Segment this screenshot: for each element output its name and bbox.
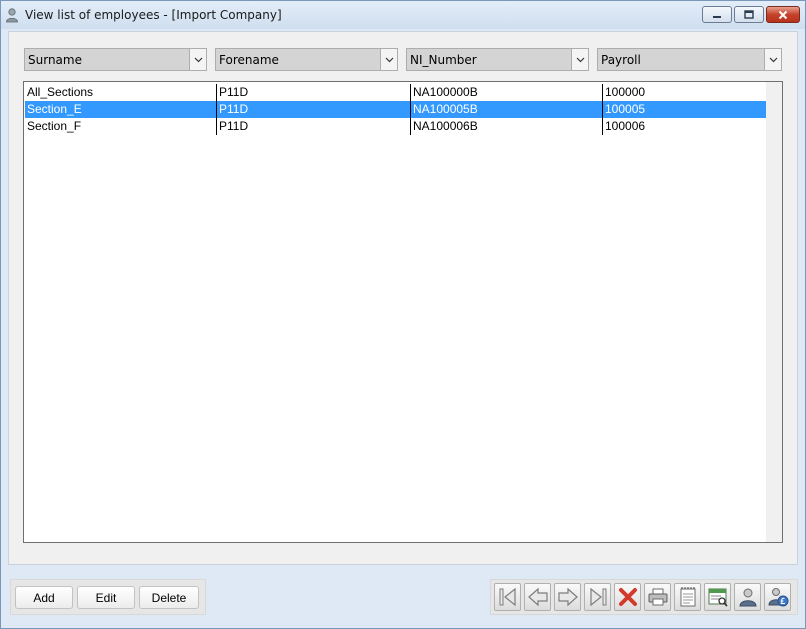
delete-button[interactable]: Delete: [139, 586, 199, 609]
report-preview-button[interactable]: [704, 583, 731, 611]
chevron-down-icon[interactable]: [380, 49, 397, 70]
previous-record-icon: [527, 587, 548, 607]
chevron-down-icon[interactable]: [571, 49, 588, 70]
chevron-down-icon[interactable]: [189, 49, 206, 70]
employee-list-window: View list of employees - [Import Company…: [0, 0, 806, 629]
cell-ni-number: NA100006B: [410, 118, 602, 135]
app-person-icon: [5, 7, 19, 23]
maximize-icon: [744, 10, 754, 19]
cell-surname: All_Sections: [27, 85, 94, 99]
column-label-surname: Surname: [28, 53, 82, 67]
column-header-ni-number[interactable]: NI_Number: [406, 48, 589, 71]
notes-icon: [680, 587, 695, 607]
print-button[interactable]: [644, 583, 671, 611]
column-label-payroll: Payroll: [601, 53, 641, 67]
first-record-icon: [499, 587, 516, 607]
cell-ni-number: NA100005B: [410, 101, 602, 118]
employee-icon: [738, 588, 757, 607]
cell-payroll: 100000: [602, 84, 766, 101]
add-button[interactable]: Add: [15, 586, 73, 609]
table-row[interactable]: Section_F P11D NA100006B 100006: [25, 118, 766, 135]
cell-surname: Section_E: [27, 102, 82, 116]
close-button[interactable]: [766, 6, 800, 23]
close-icon: [778, 10, 788, 19]
column-header-forename[interactable]: Forename: [215, 48, 398, 71]
minimize-icon: [713, 15, 721, 18]
column-label-ni-number: NI_Number: [410, 53, 477, 67]
scrollbar[interactable]: [766, 82, 782, 542]
delete-record-icon: [618, 588, 637, 606]
delete-record-button[interactable]: [614, 583, 641, 611]
cell-forename: P11D: [216, 101, 410, 118]
maximize-button[interactable]: [734, 6, 764, 23]
minimize-button[interactable]: [702, 6, 732, 23]
cell-forename: P11D: [216, 84, 410, 101]
cell-forename: P11D: [216, 118, 410, 135]
table-row[interactable]: All_Sections P11D NA100000B 100000: [25, 84, 766, 101]
last-record-button[interactable]: [584, 583, 611, 611]
cell-payroll: 100005: [602, 101, 766, 118]
chevron-down-icon[interactable]: [764, 49, 781, 70]
previous-record-button[interactable]: [524, 583, 551, 611]
notes-button[interactable]: [674, 583, 701, 611]
employee-list[interactable]: All_Sections P11D NA100000B 100000 Secti…: [23, 81, 783, 543]
cell-payroll: 100006: [602, 118, 766, 135]
table-row[interactable]: Section_E P11D NA100005B 100005: [25, 101, 766, 118]
employee-pay-icon: [767, 588, 788, 607]
last-record-icon: [589, 587, 606, 607]
window-title: View list of employees - [Import Company…: [25, 8, 282, 22]
column-header-surname[interactable]: Surname: [24, 48, 207, 71]
column-label-forename: Forename: [219, 53, 279, 67]
cell-surname: Section_F: [27, 119, 82, 133]
print-icon: [648, 588, 667, 606]
edit-button[interactable]: Edit: [77, 586, 135, 609]
cell-ni-number: NA100000B: [410, 84, 602, 101]
title-bar[interactable]: View list of employees - [Import Company…: [1, 1, 805, 29]
next-record-button[interactable]: [554, 583, 581, 611]
report-preview-icon: [708, 588, 728, 607]
employee-pay-button[interactable]: [764, 583, 791, 611]
first-record-button[interactable]: [494, 583, 521, 611]
employee-button[interactable]: [734, 583, 761, 611]
column-header-payroll[interactable]: Payroll: [597, 48, 782, 71]
next-record-icon: [557, 587, 578, 607]
